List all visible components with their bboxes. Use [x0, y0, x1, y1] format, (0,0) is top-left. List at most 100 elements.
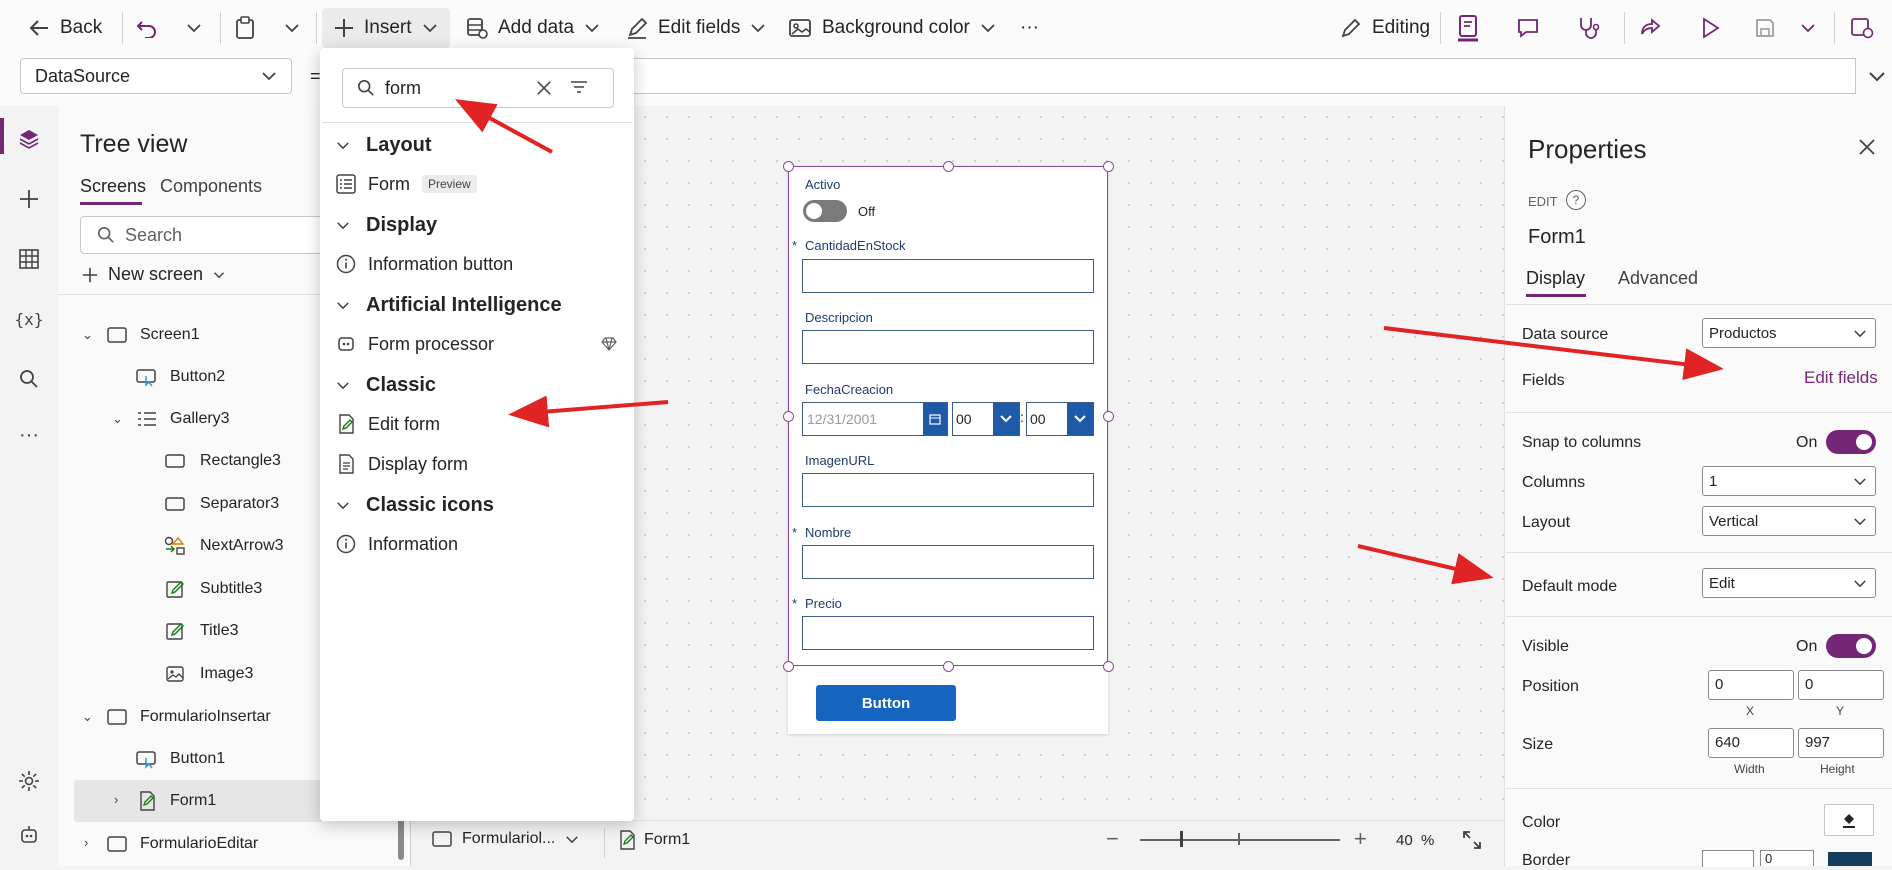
position-x-input[interactable]: 0 [1708, 670, 1794, 700]
screen-breadcrumb[interactable]: Formulariol... [432, 830, 579, 848]
chevron-down-icon[interactable]: ⌄ [82, 709, 93, 725]
border-color-swatch[interactable] [1828, 852, 1872, 866]
fit-to-window-button[interactable] [1462, 830, 1482, 855]
app-checker-button[interactable] [1576, 10, 1600, 46]
layout-dropdown[interactable]: Vertical [1702, 506, 1876, 536]
insert-item-information[interactable]: Information [336, 529, 458, 559]
size-width-input[interactable]: 640 [1708, 728, 1794, 758]
cantidad-input[interactable] [802, 259, 1094, 293]
chevron-right-icon[interactable]: › [84, 835, 88, 850]
filter-button[interactable] [570, 80, 588, 99]
save-dropdown-button[interactable] [1800, 10, 1816, 46]
imagen-input[interactable] [802, 473, 1094, 507]
activo-toggle[interactable] [803, 200, 847, 222]
preview-play-button[interactable] [1700, 10, 1720, 46]
control-breadcrumb[interactable]: Form1 [618, 830, 690, 850]
search-rail-icon[interactable] [14, 364, 44, 394]
hour-dropdown[interactable]: 00 [952, 402, 1020, 436]
comments-button[interactable] [1516, 10, 1540, 46]
chevron-right-icon[interactable]: › [114, 792, 118, 807]
insert-button[interactable]: Insert [322, 8, 450, 48]
tree-item-formularioeditar[interactable]: › FormularioEditar [58, 823, 422, 865]
resize-handle[interactable] [783, 161, 794, 172]
close-properties-button[interactable] [1858, 138, 1876, 161]
snap-to-columns-toggle[interactable] [1826, 430, 1876, 454]
more-rail-icon[interactable]: ··· [14, 420, 44, 450]
chevron-down-icon[interactable] [993, 403, 1019, 435]
background-color-button[interactable]: Background color [788, 10, 996, 46]
tab-advanced[interactable]: Advanced [1618, 268, 1698, 289]
canvas-button[interactable]: Button [816, 685, 956, 721]
formula-input[interactable] [632, 58, 1856, 94]
expand-formula-button[interactable] [1868, 70, 1886, 88]
size-height-input[interactable]: 997 [1798, 728, 1884, 758]
calendar-icon[interactable] [923, 403, 947, 435]
border-style-dropdown[interactable] [1702, 850, 1754, 867]
undo-button[interactable] [136, 10, 158, 46]
insert-item-edit-form[interactable]: Edit form [336, 409, 440, 439]
nombre-input[interactable] [802, 545, 1094, 579]
data-source-dropdown[interactable]: Productos [1702, 318, 1876, 348]
variables-icon[interactable]: {x} [14, 304, 44, 334]
tab-components[interactable]: Components [160, 176, 262, 197]
visible-toggle[interactable] [1826, 634, 1876, 658]
insert-item-information-button[interactable]: Information button [336, 249, 513, 279]
clear-search-button[interactable] [536, 80, 552, 101]
insert-item-form[interactable]: Form Preview [336, 169, 477, 199]
category-display[interactable]: Display [336, 210, 437, 240]
descripcion-input[interactable] [802, 330, 1094, 364]
category-classic-icons[interactable]: Classic icons [336, 490, 494, 520]
add-data-button[interactable]: Add data [466, 10, 600, 46]
chevron-down-icon[interactable]: ⌄ [112, 411, 123, 427]
zoom-slider-thumb[interactable] [1180, 831, 1183, 847]
tree-item-form1[interactable]: › Form1 [74, 780, 324, 822]
border-thickness-input[interactable]: 0 [1760, 850, 1814, 866]
edit-fields-link[interactable]: Edit fields [1804, 368, 1878, 388]
default-mode-dropdown[interactable]: Edit [1702, 568, 1876, 598]
publish-button[interactable] [1850, 10, 1874, 46]
app-checker-notes-button[interactable] [1456, 10, 1480, 46]
insert-item-display-form[interactable]: Display form [336, 449, 468, 479]
data-rail-icon[interactable] [14, 244, 44, 274]
resize-handle[interactable] [943, 661, 954, 672]
help-icon[interactable]: ? [1566, 190, 1586, 210]
more-commands-button[interactable]: ··· [1020, 10, 1039, 46]
virtual-agent-icon[interactable] [14, 820, 44, 850]
settings-icon[interactable] [14, 766, 44, 796]
columns-dropdown[interactable]: 1 [1702, 466, 1876, 496]
category-layout[interactable]: Layout [336, 130, 432, 160]
minute-dropdown[interactable]: 00 [1026, 402, 1094, 436]
save-button[interactable] [1754, 10, 1776, 46]
resize-handle[interactable] [1103, 411, 1114, 422]
edit-fields-button[interactable]: Edit fields [626, 10, 766, 46]
chevron-down-icon[interactable]: ⌄ [82, 327, 93, 343]
category-ai[interactable]: Artificial Intelligence [336, 290, 562, 320]
new-screen-button[interactable]: New screen [82, 264, 225, 285]
tab-screens[interactable]: Screens [80, 176, 146, 197]
category-classic[interactable]: Classic [336, 370, 436, 400]
property-selector[interactable]: DataSource [20, 58, 292, 94]
undo-dropdown-button[interactable] [186, 10, 202, 46]
resize-handle[interactable] [1103, 161, 1114, 172]
editing-mode-button[interactable]: Editing [1340, 10, 1430, 46]
position-y-input[interactable]: 0 [1798, 670, 1884, 700]
resize-handle[interactable] [1103, 661, 1114, 672]
tree-view-icon[interactable] [14, 124, 44, 154]
paste-dropdown-button[interactable] [284, 10, 300, 46]
date-picker[interactable]: 12/31/2001 [802, 402, 948, 436]
resize-handle[interactable] [783, 661, 794, 672]
resize-handle[interactable] [943, 161, 954, 172]
insert-rail-icon[interactable] [14, 184, 44, 214]
insert-item-form-processor[interactable]: Form processor [336, 329, 618, 359]
resize-handle[interactable] [783, 411, 794, 422]
zoom-out-button[interactable]: − [1106, 826, 1119, 852]
precio-input[interactable] [802, 616, 1094, 650]
back-button[interactable]: Back [28, 10, 102, 46]
tab-display[interactable]: Display [1526, 268, 1585, 289]
share-button[interactable] [1638, 10, 1662, 46]
paste-button[interactable] [234, 10, 256, 46]
color-picker[interactable] [1824, 804, 1874, 836]
zoom-in-button[interactable]: + [1354, 826, 1367, 852]
chevron-down-icon[interactable] [1067, 403, 1093, 435]
zoom-slider-track[interactable] [1140, 839, 1340, 841]
